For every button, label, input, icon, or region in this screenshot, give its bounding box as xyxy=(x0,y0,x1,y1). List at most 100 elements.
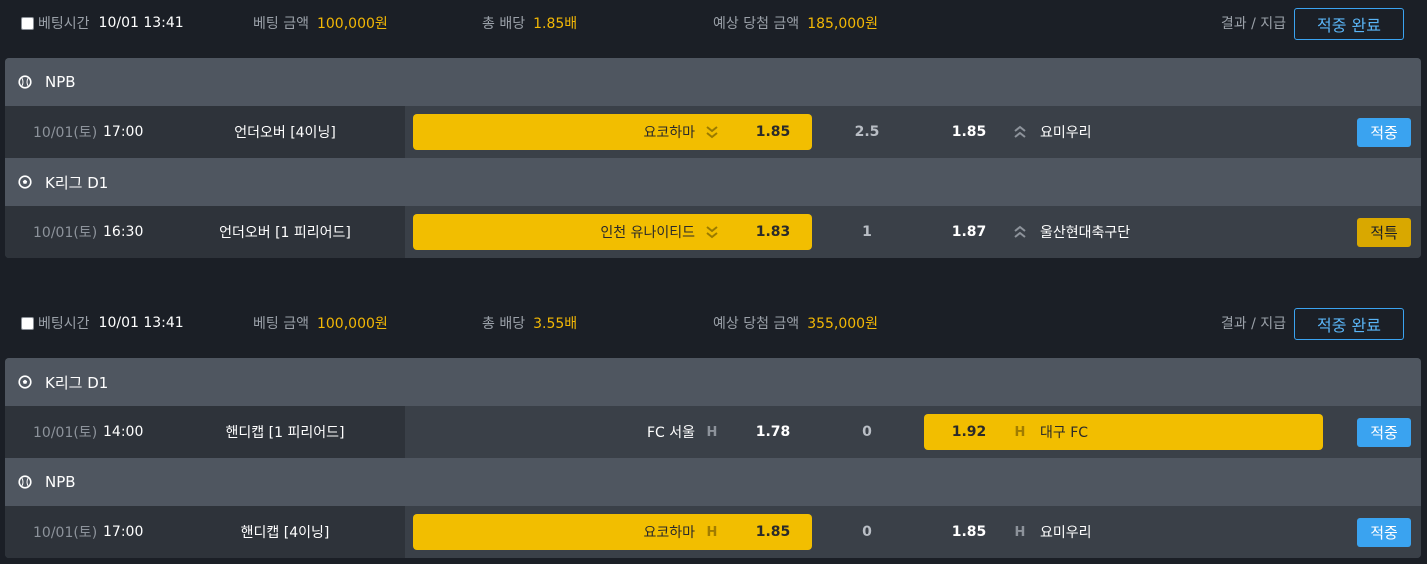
expected-win-value: 355,000원 xyxy=(807,316,878,332)
expected-win-label: 예상 당첨 금액 xyxy=(713,16,800,32)
home-team: FC 서울 xyxy=(646,425,695,441)
total-odds-label: 총 배당 xyxy=(482,316,526,332)
handicap-value: 2.5 xyxy=(854,124,880,140)
slip-checkbox[interactable] xyxy=(21,16,34,30)
slip-header: 베팅시간 10/01 13:41 베팅 금액 100,000원 총 배당 1.8… xyxy=(0,0,1427,46)
away-team: 요미우리 xyxy=(1040,525,1092,541)
slip-checkbox[interactable] xyxy=(21,316,34,330)
bet-amount-label: 베팅 금액 xyxy=(253,316,309,332)
match-card: NPB 10/01(토) 17:00 언더오버 [4이닝] 요코하마 1.85 … xyxy=(5,58,1421,258)
away-odds: 1.85 xyxy=(951,524,987,540)
expected-win-group: 예상 당첨 금액 185,000원 xyxy=(713,0,878,46)
bet-time-value: 10/01 13:41 xyxy=(98,15,184,31)
bet-amount-value: 100,000원 xyxy=(316,316,388,332)
total-odds-group: 총 배당 3.55배 xyxy=(482,300,577,346)
bet-time-label: 베팅시간 xyxy=(38,16,90,32)
bet-type: 언더오버 [4이닝] xyxy=(234,125,336,141)
home-team: 인천 유나이티드 xyxy=(600,225,695,241)
league-header: K리그 D1 xyxy=(5,158,1421,206)
league-name: NPB xyxy=(45,73,76,91)
baseball-icon xyxy=(18,75,32,89)
handicap-h-icon: H xyxy=(706,424,718,440)
match-card: K리그 D1 10/01(토) 14:00 핸디캡 [1 피리어드] FC 서울… xyxy=(5,358,1421,558)
bet-time-group: 베팅시간 10/01 13:41 xyxy=(0,300,184,346)
league-name: K리그 D1 xyxy=(45,373,109,392)
result-payout-label: 결과 / 지급 xyxy=(1220,16,1286,32)
status-badge: 적중 xyxy=(1357,118,1411,147)
handicap-h-icon: H xyxy=(1014,424,1026,440)
bet-amount-value: 100,000원 xyxy=(316,16,388,32)
home-selection[interactable]: 요코하마 H 1.85 xyxy=(413,514,812,550)
bet-amount-label: 베팅 금액 xyxy=(253,16,309,32)
over-arrows-icon xyxy=(1013,114,1027,150)
away-team: 대구 FC xyxy=(1040,425,1089,441)
away-selection[interactable]: 1.85 요미우리 xyxy=(924,114,1323,150)
match-info: 10/01(토) 17:00 핸디캡 [4이닝] xyxy=(5,506,405,558)
bet-type: 핸디캡 [1 피리어드] xyxy=(225,425,345,441)
home-selection[interactable]: 요코하마 1.85 xyxy=(413,114,812,150)
status-badge: 적특 xyxy=(1357,218,1411,247)
match-row: 10/01(토) 17:00 언더오버 [4이닝] 요코하마 1.85 2.5 … xyxy=(5,106,1421,158)
match-info: 10/01(토) 16:30 언더오버 [1 피리어드] xyxy=(5,206,405,258)
league-name: K리그 D1 xyxy=(45,173,109,192)
expected-win-label: 예상 당첨 금액 xyxy=(713,316,800,332)
match-time: 17:00 xyxy=(103,124,144,140)
home-selection[interactable]: 인천 유나이티드 1.83 xyxy=(413,214,812,250)
away-selection[interactable]: 1.85 H 요미우리 xyxy=(924,514,1323,550)
league-header: K리그 D1 xyxy=(5,358,1421,406)
match-date: 10/01(토) xyxy=(33,225,98,241)
match-date: 10/01(토) xyxy=(33,525,98,541)
bet-amount-group: 베팅 금액 100,000원 xyxy=(253,300,388,346)
handicap-h-icon: H xyxy=(1014,524,1026,540)
bet-time-value: 10/01 13:41 xyxy=(98,315,184,331)
match-time: 14:00 xyxy=(103,424,144,440)
away-selection[interactable]: 1.87 울산현대축구단 xyxy=(924,214,1323,250)
over-arrows-icon xyxy=(1013,214,1027,250)
handicap-value: 0 xyxy=(862,524,872,540)
match-info: 10/01(토) 17:00 언더오버 [4이닝] xyxy=(5,106,405,158)
total-odds-label: 총 배당 xyxy=(482,16,526,32)
handicap-value: 0 xyxy=(862,424,872,440)
bet-type: 핸디캡 [4이닝] xyxy=(240,525,330,541)
soccer-ball-icon xyxy=(18,175,32,189)
match-time: 17:00 xyxy=(103,524,144,540)
total-odds-group: 총 배당 1.85배 xyxy=(482,0,577,46)
match-row: 10/01(토) 14:00 핸디캡 [1 피리어드] FC 서울 H 1.78… xyxy=(5,406,1421,458)
league-header: NPB xyxy=(5,58,1421,106)
expected-win-value: 185,000원 xyxy=(807,16,878,32)
slip-header: 베팅시간 10/01 13:41 베팅 금액 100,000원 총 배당 3.5… xyxy=(0,300,1427,346)
bet-time-label: 베팅시간 xyxy=(38,316,90,332)
home-odds: 1.85 xyxy=(755,124,791,140)
status-badge: 적중 xyxy=(1357,518,1411,547)
result-payout-label: 결과 / 지급 xyxy=(1220,316,1286,332)
league-name: NPB xyxy=(45,473,76,491)
expected-win-group: 예상 당첨 금액 355,000원 xyxy=(713,300,878,346)
bet-time-group: 베팅시간 10/01 13:41 xyxy=(0,0,184,46)
away-odds: 1.92 xyxy=(951,424,987,440)
away-odds: 1.87 xyxy=(951,224,987,240)
home-team: 요코하마 xyxy=(643,525,695,541)
home-team: 요코하마 xyxy=(643,125,695,141)
total-odds-value: 3.55배 xyxy=(533,316,578,332)
total-odds-value: 1.85배 xyxy=(533,16,578,32)
handicap-value: 1 xyxy=(862,224,872,240)
match-row: 10/01(토) 17:00 핸디캡 [4이닝] 요코하마 H 1.85 0 1… xyxy=(5,506,1421,558)
bet-type: 언더오버 [1 피리어드] xyxy=(219,225,351,241)
home-odds: 1.85 xyxy=(755,524,791,540)
home-odds: 1.78 xyxy=(755,424,791,440)
handicap-h-icon: H xyxy=(706,524,718,540)
match-time: 16:30 xyxy=(103,224,144,240)
under-arrows-icon xyxy=(705,114,719,150)
soccer-ball-icon xyxy=(18,375,32,389)
away-selection[interactable]: 1.92 H 대구 FC xyxy=(924,414,1323,450)
home-odds: 1.83 xyxy=(755,224,791,240)
match-row: 10/01(토) 16:30 언더오버 [1 피리어드] 인천 유나이티드 1.… xyxy=(5,206,1421,258)
hit-complete-button[interactable]: 적중 완료 xyxy=(1294,308,1404,340)
under-arrows-icon xyxy=(705,214,719,250)
match-date: 10/01(토) xyxy=(33,125,98,141)
home-selection[interactable]: FC 서울 H 1.78 xyxy=(413,414,812,450)
hit-complete-button[interactable]: 적중 완료 xyxy=(1294,8,1404,40)
bet-amount-group: 베팅 금액 100,000원 xyxy=(253,0,388,46)
match-date: 10/01(토) xyxy=(33,425,98,441)
league-header: NPB xyxy=(5,458,1421,506)
